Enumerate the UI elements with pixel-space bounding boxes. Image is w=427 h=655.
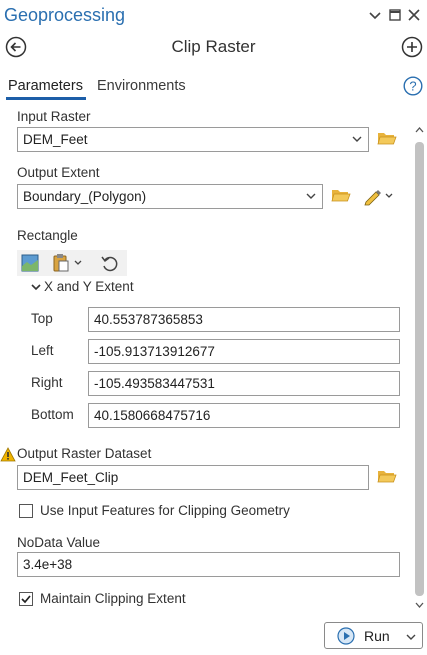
close-icon[interactable] <box>405 6 423 24</box>
right-input[interactable]: -105.493583447531 <box>88 371 400 396</box>
warning-icon <box>0 447 16 462</box>
tab-environments[interactable]: Environments <box>97 78 186 94</box>
maintain-extent-label: Maintain Clipping Extent <box>40 591 186 606</box>
run-label: Run <box>364 628 390 644</box>
pane-title: Geoprocessing <box>4 5 126 25</box>
input-raster-label: Input Raster <box>17 109 91 124</box>
use-input-features-label: Use Input Features for Clipping Geometry <box>40 503 290 518</box>
chevron-down-icon[interactable] <box>366 6 384 24</box>
left-input[interactable]: -105.913713912677 <box>88 339 400 364</box>
play-icon <box>337 627 355 645</box>
tab-parameters[interactable]: Parameters <box>8 78 83 94</box>
tool-title: Clip Raster <box>171 37 256 56</box>
input-raster-value: DEM_Feet <box>23 132 88 147</box>
folder-icon[interactable] <box>377 468 397 485</box>
paste-icon[interactable] <box>52 253 84 273</box>
chevron-down-icon <box>406 634 416 640</box>
help-icon[interactable]: ? <box>403 76 423 96</box>
chevron-down-icon <box>352 136 362 142</box>
folder-icon[interactable] <box>377 130 397 147</box>
top-label: Top <box>31 311 53 326</box>
active-tab-indicator <box>6 97 86 100</box>
add-icon[interactable] <box>401 36 423 58</box>
sketch-pencil-icon[interactable] <box>362 186 394 206</box>
output-raster-label: Output Raster Dataset <box>17 446 152 461</box>
output-extent-label: Output Extent <box>17 165 100 180</box>
right-label: Right <box>31 375 63 390</box>
reset-icon[interactable] <box>100 254 120 274</box>
run-button[interactable]: Run <box>324 622 423 649</box>
checkmark-icon <box>21 595 31 604</box>
bottom-input[interactable]: 40.1580668475716 <box>88 403 400 428</box>
maximize-icon[interactable] <box>386 6 404 24</box>
scroll-thumb[interactable] <box>415 142 424 596</box>
maintain-extent-checkbox[interactable] <box>19 592 33 606</box>
svg-text:?: ? <box>409 79 416 94</box>
extent-collapse-toggle[interactable] <box>31 282 41 292</box>
use-input-features-checkbox[interactable] <box>19 504 33 518</box>
scroll-up-icon[interactable] <box>415 126 424 134</box>
extent-section-label: X and Y Extent <box>44 279 134 294</box>
chevron-down-icon <box>31 284 41 291</box>
map-extent-icon[interactable] <box>21 254 39 272</box>
folder-icon[interactable] <box>331 187 351 204</box>
left-label: Left <box>31 343 54 358</box>
rectangle-label: Rectangle <box>17 228 78 243</box>
bottom-label: Bottom <box>31 407 74 422</box>
nodata-label: NoData Value <box>17 535 101 550</box>
chevron-down-icon <box>306 193 316 199</box>
output-extent-value: Boundary_(Polygon) <box>23 189 147 204</box>
output-extent-dropdown[interactable]: Boundary_(Polygon) <box>17 184 323 209</box>
output-raster-input[interactable]: DEM_Feet_Clip <box>17 465 369 490</box>
top-input[interactable]: 40.553787365853 <box>88 307 400 332</box>
scroll-down-icon[interactable] <box>415 601 424 609</box>
nodata-input[interactable]: 3.4e+38 <box>17 552 400 577</box>
input-raster-dropdown[interactable]: DEM_Feet <box>17 127 369 152</box>
